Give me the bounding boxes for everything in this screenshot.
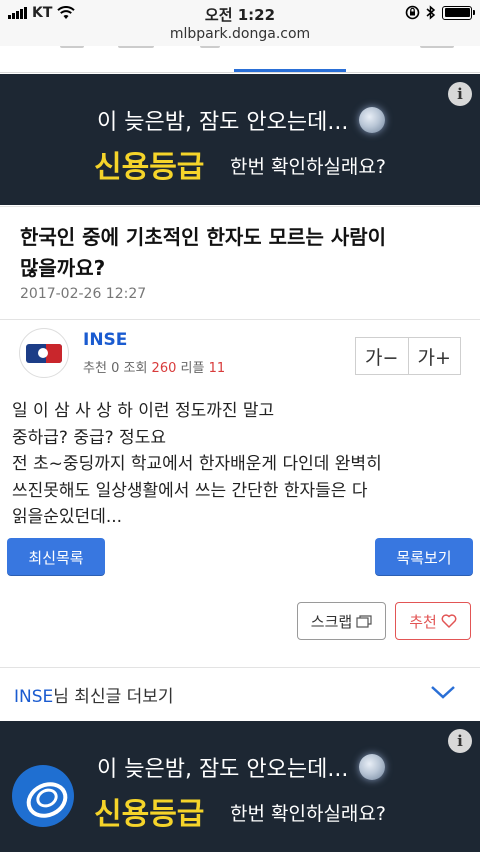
moon-icon — [359, 754, 385, 780]
divider — [0, 319, 480, 320]
view-list-button[interactable]: 목록보기 — [375, 538, 473, 576]
avatar[interactable] — [19, 328, 69, 378]
font-larger-button[interactable]: 가+ — [407, 338, 461, 374]
ad-banner-bottom[interactable]: i 이 늦은밤, 잠도 안오는데... 신용등급 한번 확인하실래요? — [0, 721, 480, 852]
ad-subline: 한번 확인하실래요? — [230, 156, 386, 178]
post-title: 한국인 중에 기초적인 한자도 모르는 사람이 많을까요? — [20, 222, 420, 284]
recommend-count: 0 — [111, 361, 120, 376]
body-line: 중하급? 중급? 정도요 — [12, 427, 166, 448]
views-label: 조회 — [123, 361, 148, 376]
url-text[interactable]: mlbpark.donga.com — [170, 26, 310, 42]
author-name[interactable]: INSE — [83, 330, 127, 350]
post-date: 2017-02-26 12:27 — [20, 286, 147, 302]
scrap-button[interactable]: 스크랩 — [297, 602, 386, 640]
ad-headline: 신용등급 — [94, 797, 205, 832]
author-more-suffix: 님 최신글 더보기 — [53, 687, 174, 707]
moon-icon — [359, 107, 385, 133]
category-tab-strip[interactable] — [0, 46, 480, 73]
body-line: 전 초~중딩까지 학교에서 한자배운게 다인데 완벽히 — [12, 454, 382, 474]
author-more-label[interactable]: INSE님 최신글 더보기 — [14, 682, 174, 707]
post-title-line1: 한국인 중에 기초적인 한자도 모르는 사람이 — [20, 225, 387, 249]
battery-icon — [442, 5, 475, 20]
active-tab-indicator — [234, 69, 346, 72]
views-count: 260 — [151, 361, 177, 376]
body-line: 쓰진못해도 일상생활에서 쓰는 간단한 한자들은 다 — [12, 480, 368, 501]
post-body: 일 이 삼 사 상 하 이런 정도까진 말고 중하급? 중급? 정도요 전 초~… — [12, 398, 472, 531]
recommend-label: 추천 — [83, 361, 107, 376]
url-bar[interactable]: mlbpark.donga.com — [0, 26, 480, 46]
orientation-lock-icon — [405, 5, 420, 20]
bluetooth-icon — [426, 5, 436, 20]
latest-list-button[interactable]: 최신목록 — [7, 538, 105, 576]
ad-subline: 한번 확인하실래요? — [230, 803, 386, 825]
ad-banner-top[interactable]: i 이 늦은밤, 잠도 안오는데... 신용등급 한번 확인하실래요? — [0, 74, 480, 205]
post-title-line2: 많을까요? — [20, 256, 106, 280]
ad-line1: 이 늦은밤, 잠도 안오는데... — [97, 757, 349, 782]
ad-line1: 이 늦은밤, 잠도 안오는데... — [97, 110, 349, 135]
scrap-icon — [356, 614, 372, 628]
recommend-button-label: 추천 — [409, 612, 437, 631]
ad-info-icon[interactable]: i — [448, 82, 472, 106]
author-more-name: INSE — [14, 687, 54, 707]
recommend-button[interactable]: 추천 — [395, 602, 471, 640]
divider — [0, 206, 480, 207]
chevron-down-icon[interactable] — [430, 682, 456, 702]
replies-count: 11 — [208, 361, 226, 376]
status-bar: KT 오전 1:22 — [0, 0, 480, 26]
font-size-control: 가− 가+ — [355, 337, 461, 375]
post-stats: 추천 0 조회 260 리플 11 — [83, 357, 225, 376]
heart-icon — [441, 614, 457, 628]
ad-brand-logo-icon — [12, 765, 74, 827]
body-line: 읽을순있던데... — [12, 507, 123, 527]
mlb-logo-icon — [26, 343, 62, 363]
body-line: 일 이 삼 사 상 하 이런 정도까진 말고 — [12, 401, 275, 421]
ad-info-icon[interactable]: i — [448, 729, 472, 753]
font-smaller-button[interactable]: 가− — [356, 338, 408, 374]
author-more-posts[interactable]: INSE님 최신글 더보기 — [0, 667, 480, 719]
scrap-label: 스크랩 — [310, 612, 353, 631]
status-right — [405, 5, 475, 20]
ad-headline: 신용등급 — [94, 150, 205, 185]
replies-label: 리플 — [180, 361, 205, 376]
